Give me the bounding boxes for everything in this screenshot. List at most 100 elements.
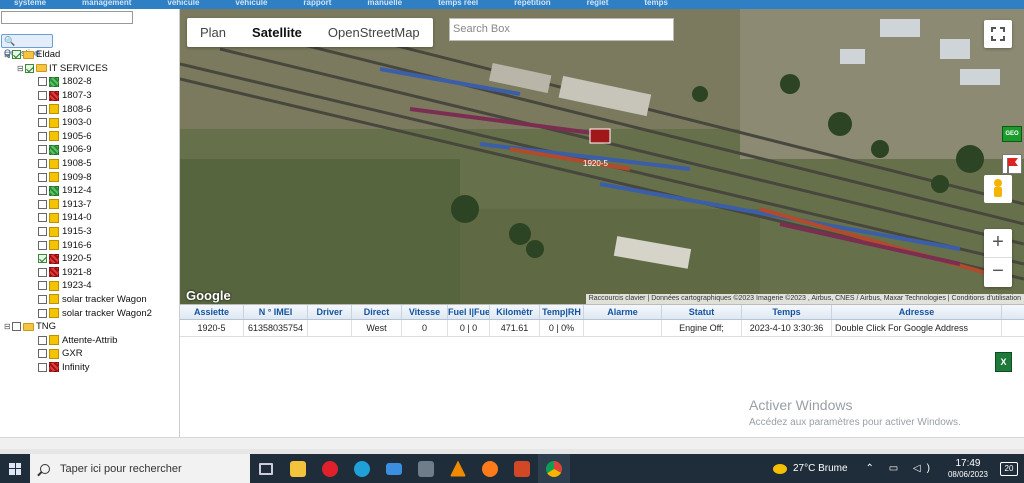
tree-checkbox[interactable] [12, 50, 21, 60]
tree-checkbox[interactable] [38, 104, 47, 114]
topnav-item[interactable]: système [0, 0, 68, 9]
tree-vehicle-item[interactable]: 1923-4 [4, 279, 152, 293]
vehicle-marker[interactable] [589, 128, 611, 144]
tree-checkbox[interactable] [38, 267, 47, 277]
tree-checkbox[interactable] [38, 159, 47, 169]
clock[interactable]: 17:49 08/06/2023 [948, 458, 988, 480]
start-button[interactable] [0, 454, 30, 483]
tree-vehicle-item[interactable]: Attente-Attrib [4, 333, 152, 347]
tree-checkbox[interactable] [38, 186, 47, 196]
tree-checkbox[interactable] [38, 227, 47, 237]
table-cell[interactable]: 2023-4-10 3:30:36 [742, 320, 832, 336]
tree-checkbox[interactable] [38, 362, 47, 372]
tree-vehicle-item[interactable]: 1921-8 [4, 266, 152, 280]
column-header[interactable]: Temp|RH [540, 305, 584, 319]
tree-vehicle-item[interactable]: 1903-0 [4, 116, 152, 130]
mail-icon[interactable] [378, 454, 410, 483]
tree-vehicle-item[interactable]: solar tracker Wagon2 [4, 306, 152, 320]
topnav-item[interactable]: véhicule [153, 0, 221, 9]
table-cell[interactable] [584, 320, 662, 336]
tree-checkbox[interactable] [12, 322, 21, 332]
tree-toggle-icon[interactable]: ⊟ [17, 62, 24, 75]
tree-vehicle-item[interactable]: GXR [4, 347, 152, 361]
topnav-item[interactable]: rapport [289, 0, 353, 9]
tree-checkbox[interactable] [25, 63, 34, 73]
table-cell[interactable]: 471.61 [490, 320, 540, 336]
tree-checkbox[interactable] [38, 131, 47, 141]
tree-checkbox[interactable] [38, 281, 47, 291]
topnav-item[interactable]: temps réel [424, 0, 500, 9]
column-header[interactable]: Assiette [180, 305, 244, 319]
powerpoint-icon[interactable] [506, 454, 538, 483]
tree-vehicle-item[interactable]: 1908-5 [4, 157, 152, 171]
tree-vehicle-item[interactable]: Infinity [4, 361, 152, 375]
table-cell[interactable]: Engine Off; [662, 320, 742, 336]
table-cell[interactable]: Double Click For Google Address [832, 320, 1002, 336]
tree-vehicle-item[interactable]: 1906-9 [4, 143, 152, 157]
tree-vehicle-item[interactable]: 1912-4 [4, 184, 152, 198]
tree-checkbox[interactable] [38, 199, 47, 209]
tree-checkbox[interactable] [38, 349, 47, 359]
file-explorer-icon[interactable] [282, 454, 314, 483]
tree-checkbox[interactable] [38, 335, 47, 345]
topnav-item[interactable]: temps [630, 0, 690, 9]
map-type-openstreetmap[interactable]: OpenStreetMap [315, 18, 433, 47]
vlc-icon[interactable] [442, 454, 474, 483]
tree-vehicle-item[interactable]: 1802-8 [4, 75, 152, 89]
column-header[interactable]: Kilomètr [490, 305, 540, 319]
tree-vehicle-item[interactable]: 1913-7 [4, 198, 152, 212]
task-view-icon[interactable] [250, 454, 282, 483]
topnav-item[interactable]: réglet [573, 0, 631, 9]
tray-icons[interactable]: ⌃ ▭ ◁) [866, 463, 936, 474]
column-header[interactable]: N ° IMEI [244, 305, 308, 319]
tree-vehicle-item[interactable]: 1909-8 [4, 170, 152, 184]
map-search-input[interactable]: Search Box [449, 18, 674, 41]
tree-folder[interactable]: ⊟ TNG [4, 320, 152, 334]
taskbar-search-box[interactable]: Taper ici pour rechercher [30, 454, 250, 483]
tree-checkbox[interactable] [38, 308, 47, 318]
notification-icon[interactable]: 20 [1000, 461, 1018, 476]
zoom-out-button[interactable]: − [984, 258, 1012, 284]
tree-checkbox[interactable] [38, 145, 47, 155]
column-header[interactable]: Vitesse [402, 305, 448, 319]
table-cell[interactable]: 0 | 0 [448, 320, 490, 336]
tree-checkbox[interactable] [38, 118, 47, 128]
map-type-satellite[interactable]: Satellite [239, 18, 315, 47]
fullscreen-button[interactable] [984, 20, 1012, 48]
table-cell[interactable]: West [352, 320, 402, 336]
geofence-button[interactable]: GEO [1002, 126, 1022, 142]
tree-vehicle-item[interactable]: 1914-0 [4, 211, 152, 225]
tree-checkbox[interactable] [38, 240, 47, 250]
topnav-item[interactable]: manuelle [353, 0, 424, 9]
flag-icon[interactable] [1002, 154, 1022, 174]
edge-icon[interactable] [346, 454, 378, 483]
tree-checkbox[interactable] [38, 77, 47, 87]
tree-vehicle-item[interactable]: 1807-3 [4, 89, 152, 103]
tree-folder[interactable]: ⊟ IT SERVICES [4, 62, 152, 76]
tree-toggle-icon[interactable]: ⊟ [4, 48, 11, 61]
topnav-item[interactable]: management [68, 0, 153, 9]
column-header[interactable]: Statut [662, 305, 742, 319]
tree-vehicle-item[interactable]: 1915-3 [4, 225, 152, 239]
weather-text[interactable]: 27°C Brume [793, 463, 848, 474]
table-cell[interactable]: 0 [402, 320, 448, 336]
tree-vehicle-item[interactable]: 1905-6 [4, 130, 152, 144]
tree-toggle-icon[interactable]: ⊟ [4, 320, 11, 333]
column-header[interactable]: Temps [742, 305, 832, 319]
table-cell[interactable]: 0 | 0% [540, 320, 584, 336]
column-header[interactable]: Fuel l|Fue [448, 305, 490, 319]
tree-checkbox[interactable] [38, 91, 47, 101]
tree-checkbox[interactable] [38, 172, 47, 182]
opera-icon[interactable] [314, 454, 346, 483]
street-view-pegman-icon[interactable] [984, 175, 1012, 203]
tree-vehicle-item[interactable]: 1920-5 [4, 252, 152, 266]
tree-search-input[interactable] [1, 11, 133, 24]
column-header[interactable]: Direct [352, 305, 402, 319]
topnav-item[interactable]: répétition [500, 0, 572, 9]
tree-checkbox[interactable] [38, 294, 47, 304]
table-cell[interactable] [308, 320, 352, 336]
chrome-icon[interactable] [538, 454, 570, 483]
tree-vehicle-item[interactable]: solar tracker Wagon [4, 293, 152, 307]
store-icon[interactable] [410, 454, 442, 483]
question-button[interactable]: 🔍 Question [1, 34, 53, 58]
